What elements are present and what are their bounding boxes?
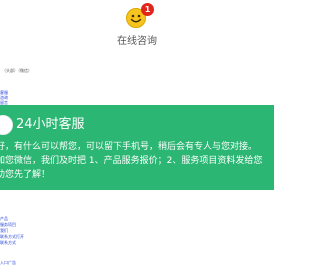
chat-title: 24小时客服 [16, 117, 85, 132]
chat-message-line: 加您微信，我们及时把 1、产品服务报价；2、服务项目资料发给您 [0, 156, 263, 166]
background-list-link[interactable]: 联系方式打开 [0, 234, 24, 239]
background-list-link[interactable]: 服务项目 [0, 222, 16, 227]
chat-message: 好，有什么可以帮您，可以留下手机号，稍后会有专人与您对接。 加您微信，我们及时把… [0, 140, 274, 182]
chat-panel[interactable]: 24小时客服 好，有什么可以帮您，可以留下手机号，稍后会有专人与您对接。 加您微… [0, 105, 274, 190]
unread-count-badge: 1 [141, 3, 154, 16]
background-list-link[interactable]: 我们 [0, 228, 8, 233]
background-header-text: （头部）（微信） [2, 68, 32, 73]
background-footer-link[interactable]: 入口广告 [0, 260, 16, 265]
chat-message-line: 好，有什么可以帮您，可以留下手机号，稍后会有专人与您对接。 [0, 142, 258, 152]
background-list-link[interactable]: 产品 [0, 216, 8, 221]
online-consult-widget[interactable]: 1 在线咨询 [110, 2, 164, 47]
chat-message-line: 助您先了解！ [0, 170, 51, 180]
agent-avatar-icon [0, 115, 13, 135]
online-consult-label[interactable]: 在线咨询 [110, 32, 164, 47]
background-list-link[interactable]: 联系方式 [0, 240, 16, 245]
